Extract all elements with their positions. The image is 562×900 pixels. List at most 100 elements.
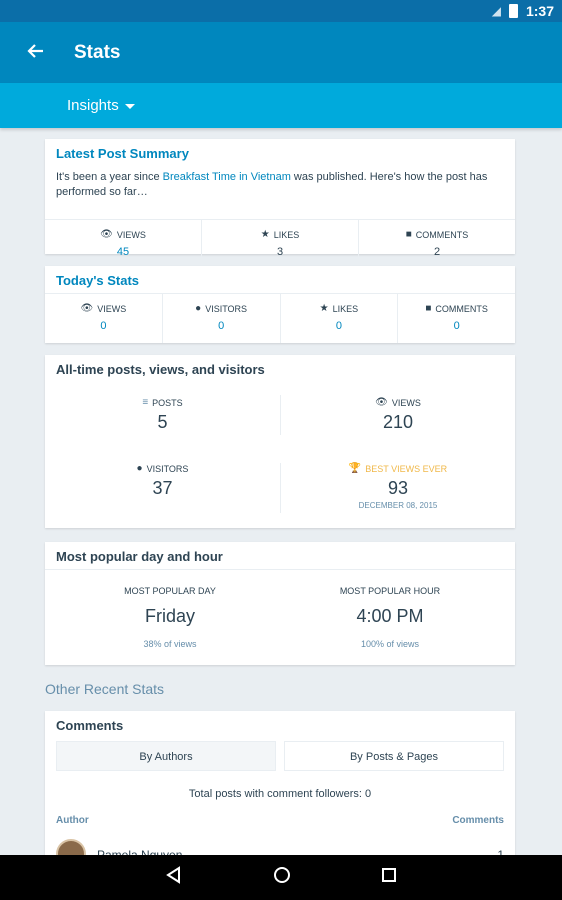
col-comments: Comments: [452, 815, 504, 826]
popular-title: Most popular day and hour: [56, 549, 223, 564]
label-text: VISITORS: [205, 303, 248, 314]
views-label: 👁 VIEWS: [281, 397, 515, 408]
home-circle-icon[interactable]: [273, 866, 291, 889]
today-likes[interactable]: ★ LIKES 0: [281, 294, 399, 343]
today-comments-value: 0: [453, 320, 460, 332]
today-views-label: 👁 VIEWS: [45, 303, 162, 314]
comment-icon: ■: [405, 229, 412, 240]
alltime-best-views[interactable]: 🏆 BEST VIEWS EVER 93 DECEMBER 08, 2015: [281, 463, 515, 510]
system-nav-bar: [0, 855, 562, 900]
label-text: COMMENTS: [415, 229, 469, 240]
popular-day-label: MOST POPULAR DAY: [124, 586, 216, 596]
popular-hour-value: 4:00 PM: [356, 606, 424, 626]
today-visitors-label: ● VISITORS: [163, 303, 280, 314]
latest-likes-value: 3: [276, 246, 284, 258]
col-author: Author: [56, 815, 89, 826]
popular-hour-label: MOST POPULAR HOUR: [339, 586, 441, 596]
insights-dropdown[interactable]: Insights: [67, 97, 135, 114]
label-text: BEST VIEWS EVER: [365, 463, 448, 474]
alltime-posts[interactable]: ≡ POSTS 5: [45, 397, 280, 433]
tab-bar: Insights: [0, 83, 562, 128]
todays-stats-row: 👁 VIEWS 0 ● VISITORS 0 ★ LIKES 0 ■ COMMENTS …: [45, 293, 515, 343]
alltime-visitors[interactable]: ● VISITORS 37: [45, 463, 280, 499]
today-likes-value: 0: [335, 320, 342, 332]
eye-icon: 👁: [375, 397, 388, 408]
best-views-label: 🏆 BEST VIEWS EVER: [281, 463, 515, 474]
posts-value: 5: [157, 412, 168, 432]
page-title: Stats: [74, 41, 121, 63]
popular-hour: MOST POPULAR HOUR 4:00 PM 100% of views: [265, 586, 515, 649]
eye-icon: 👁: [100, 229, 113, 240]
star-icon: ★: [319, 303, 329, 314]
visitors-label: ● VISITORS: [45, 463, 280, 474]
other-stats-heading: Other Recent Stats: [45, 681, 165, 697]
status-bar: ◢ 1:37: [0, 0, 562, 22]
comment-icon: ■: [425, 303, 432, 314]
battery-icon: [508, 4, 518, 18]
trophy-icon: 🏆: [348, 463, 362, 474]
today-visitors-value: 0: [218, 320, 225, 332]
eye-icon: 👁: [80, 303, 94, 314]
latest-stats-row: 👁 VIEWS 45 ★ LIKES 3 ■ COMMENTS 2: [45, 219, 515, 269]
arrow-left-icon: [26, 39, 44, 67]
today-comments-label: ■ COMMENTS: [398, 303, 515, 314]
popular-hour-sub: 100% of views: [360, 639, 420, 649]
best-views-date: DECEMBER 08, 2015: [358, 501, 438, 510]
latest-comments-label: ■ COMMENTS: [359, 229, 515, 240]
latest-post-text: It's been a year since Breakfast Time in…: [45, 161, 515, 219]
divider: [45, 569, 515, 570]
label-text: VIEWS: [391, 397, 421, 408]
latest-views-value: 45: [116, 246, 130, 258]
label-text: VIEWS: [116, 229, 146, 240]
best-views-value: 93: [387, 478, 409, 498]
popular-card: Most popular day and hour MOST POPULAR D…: [45, 542, 515, 665]
chevron-down-icon: [124, 104, 135, 109]
latest-post-title: Latest Post Summary: [56, 146, 189, 161]
today-likes-label: ★ LIKES: [281, 303, 398, 314]
insights-label: Insights: [67, 97, 119, 114]
latest-likes[interactable]: ★ LIKES 3: [202, 220, 359, 269]
back-triangle-icon[interactable]: [165, 866, 183, 889]
posts-label: ≡ POSTS: [45, 397, 280, 408]
todays-stats-card: Today's Stats 👁 VIEWS 0 ● VISITORS 0 ★ LIKE…: [45, 266, 515, 343]
popular-day-value: Friday: [144, 606, 195, 626]
latest-text-pre: It's been a year since: [56, 171, 163, 183]
recents-square-icon[interactable]: [381, 867, 397, 888]
views-value: 210: [382, 412, 414, 432]
popular-day: MOST POPULAR DAY Friday 38% of views: [45, 586, 295, 649]
signal-icon: ◢: [491, 4, 501, 18]
todays-stats-title: Today's Stats: [56, 273, 140, 288]
alltime-views[interactable]: 👁 VIEWS 210: [281, 397, 515, 433]
label-text: POSTS: [152, 397, 183, 408]
latest-views[interactable]: 👁 VIEWS 45: [45, 220, 202, 269]
star-icon: ★: [260, 229, 270, 240]
person-icon: ●: [136, 463, 143, 474]
latest-comments[interactable]: ■ COMMENTS 2: [359, 220, 515, 269]
comments-card: Comments By Authors By Posts & Pages Tot…: [45, 711, 515, 871]
app-bar: Stats: [0, 22, 562, 83]
latest-likes-label: ★ LIKES: [202, 229, 358, 240]
post-link[interactable]: Breakfast Time in Vietnam: [163, 171, 291, 183]
today-views[interactable]: 👁 VIEWS 0: [45, 294, 163, 343]
back-button[interactable]: [0, 22, 70, 83]
person-icon: ●: [195, 303, 202, 314]
popular-day-sub: 38% of views: [143, 639, 197, 649]
label-text: COMMENTS: [435, 303, 488, 314]
today-views-value: 0: [100, 320, 107, 332]
latest-post-card: Latest Post Summary It's been a year sin…: [45, 139, 515, 269]
label-text: LIKES: [332, 303, 359, 314]
label-text: VISITORS: [146, 463, 189, 474]
latest-comments-value: 2: [433, 246, 441, 258]
posts-icon: ≡: [142, 397, 149, 408]
label-text: LIKES: [273, 229, 300, 240]
total-followers: Total posts with comment followers: 0: [188, 788, 372, 800]
latest-views-label: 👁 VIEWS: [45, 229, 201, 240]
tab-by-posts-pages[interactable]: By Posts & Pages: [284, 741, 504, 771]
alltime-title: All-time posts, views, and visitors: [56, 362, 265, 377]
today-visitors[interactable]: ● VISITORS 0: [163, 294, 281, 343]
visitors-value: 37: [152, 478, 173, 498]
tab-by-authors[interactable]: By Authors: [56, 741, 276, 771]
clock: 1:37: [525, 3, 554, 19]
today-comments[interactable]: ■ COMMENTS 0: [398, 294, 515, 343]
alltime-card: All-time posts, views, and visitors ≡ POS…: [45, 355, 515, 528]
